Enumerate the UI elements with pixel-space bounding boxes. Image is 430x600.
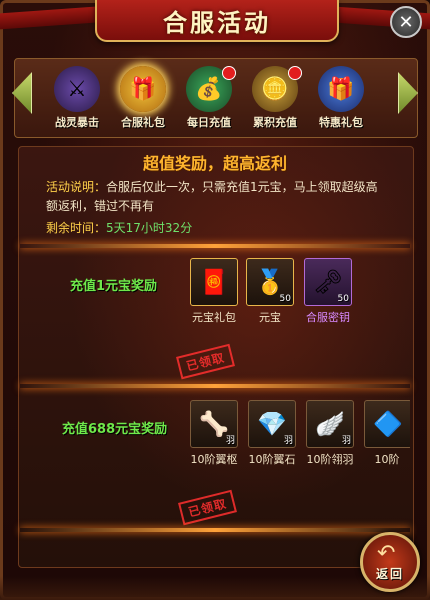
tab-cumulative-recharge[interactable]: 🪙 累积充值 — [244, 66, 306, 136]
warrior-icon: ⚔ — [54, 66, 100, 112]
divider — [20, 244, 410, 248]
notification-badge — [288, 66, 302, 80]
reward-item[interactable]: 🔷 10阶 — [364, 400, 410, 467]
tab-daily-recharge[interactable]: 💰 每日充值 — [178, 66, 240, 136]
title-banner: 合服活动 — [95, 0, 339, 42]
blue-gem-icon: 💎 羽 — [248, 400, 296, 448]
blue-crystal-icon: 🔷 — [364, 400, 410, 448]
return-button[interactable]: ↶ 返回 — [360, 532, 420, 592]
tab-battle-crit[interactable]: ⚔ 战灵暴击 — [46, 66, 108, 136]
remaining-time: 剩余时间：5天17小时32分 — [46, 221, 193, 235]
blue-gift-icon: 🎁 — [318, 66, 364, 112]
window-title: 合服活动 — [163, 7, 271, 37]
close-icon: ✕ — [398, 11, 414, 33]
reward-item[interactable]: 🪽 羽 10阶翎羽 — [306, 400, 354, 467]
tab-special-gift[interactable]: 🎁 特惠礼包 — [310, 66, 372, 136]
gold-ingot-icon: 🥇 50 — [246, 258, 294, 306]
reward-item[interactable]: 💎 羽 10阶翼石 — [248, 400, 296, 467]
reward-item[interactable]: 🗝 50 合服密钥 — [304, 258, 352, 325]
headline: 超值奖励，超高返利 — [142, 154, 287, 173]
reward-item[interactable]: 🧧 元宝礼包 — [190, 258, 238, 325]
reward-item[interactable]: 🦴 羽 10阶翼枢 — [190, 400, 238, 467]
feather-wing-icon: 🪽 羽 — [306, 400, 354, 448]
tab-merge-gift[interactable]: 🎁 合服礼包 — [112, 66, 174, 136]
gift-box-icon: 🎁 — [120, 66, 166, 112]
reward-tier-label: 充值688元宝奖励 — [62, 422, 168, 437]
return-arrow-icon: ↶ — [377, 541, 396, 566]
notification-badge — [222, 66, 236, 80]
reward-tier-label: 充值1元宝奖励 — [70, 279, 158, 294]
close-button[interactable]: ✕ — [390, 6, 422, 38]
ingot-gift-icon: 🧧 — [190, 258, 238, 306]
wing-bone-icon: 🦴 羽 — [190, 400, 238, 448]
activity-description: 活动说明：合服后仅此一次，只需充值1元宝，马上领取超级高额返利，错过不再有 — [46, 180, 378, 213]
divider — [20, 528, 410, 532]
key-icon: 🗝 50 — [304, 258, 352, 306]
reward-item[interactable]: 🥇 50 元宝 — [246, 258, 294, 325]
divider — [20, 384, 410, 388]
